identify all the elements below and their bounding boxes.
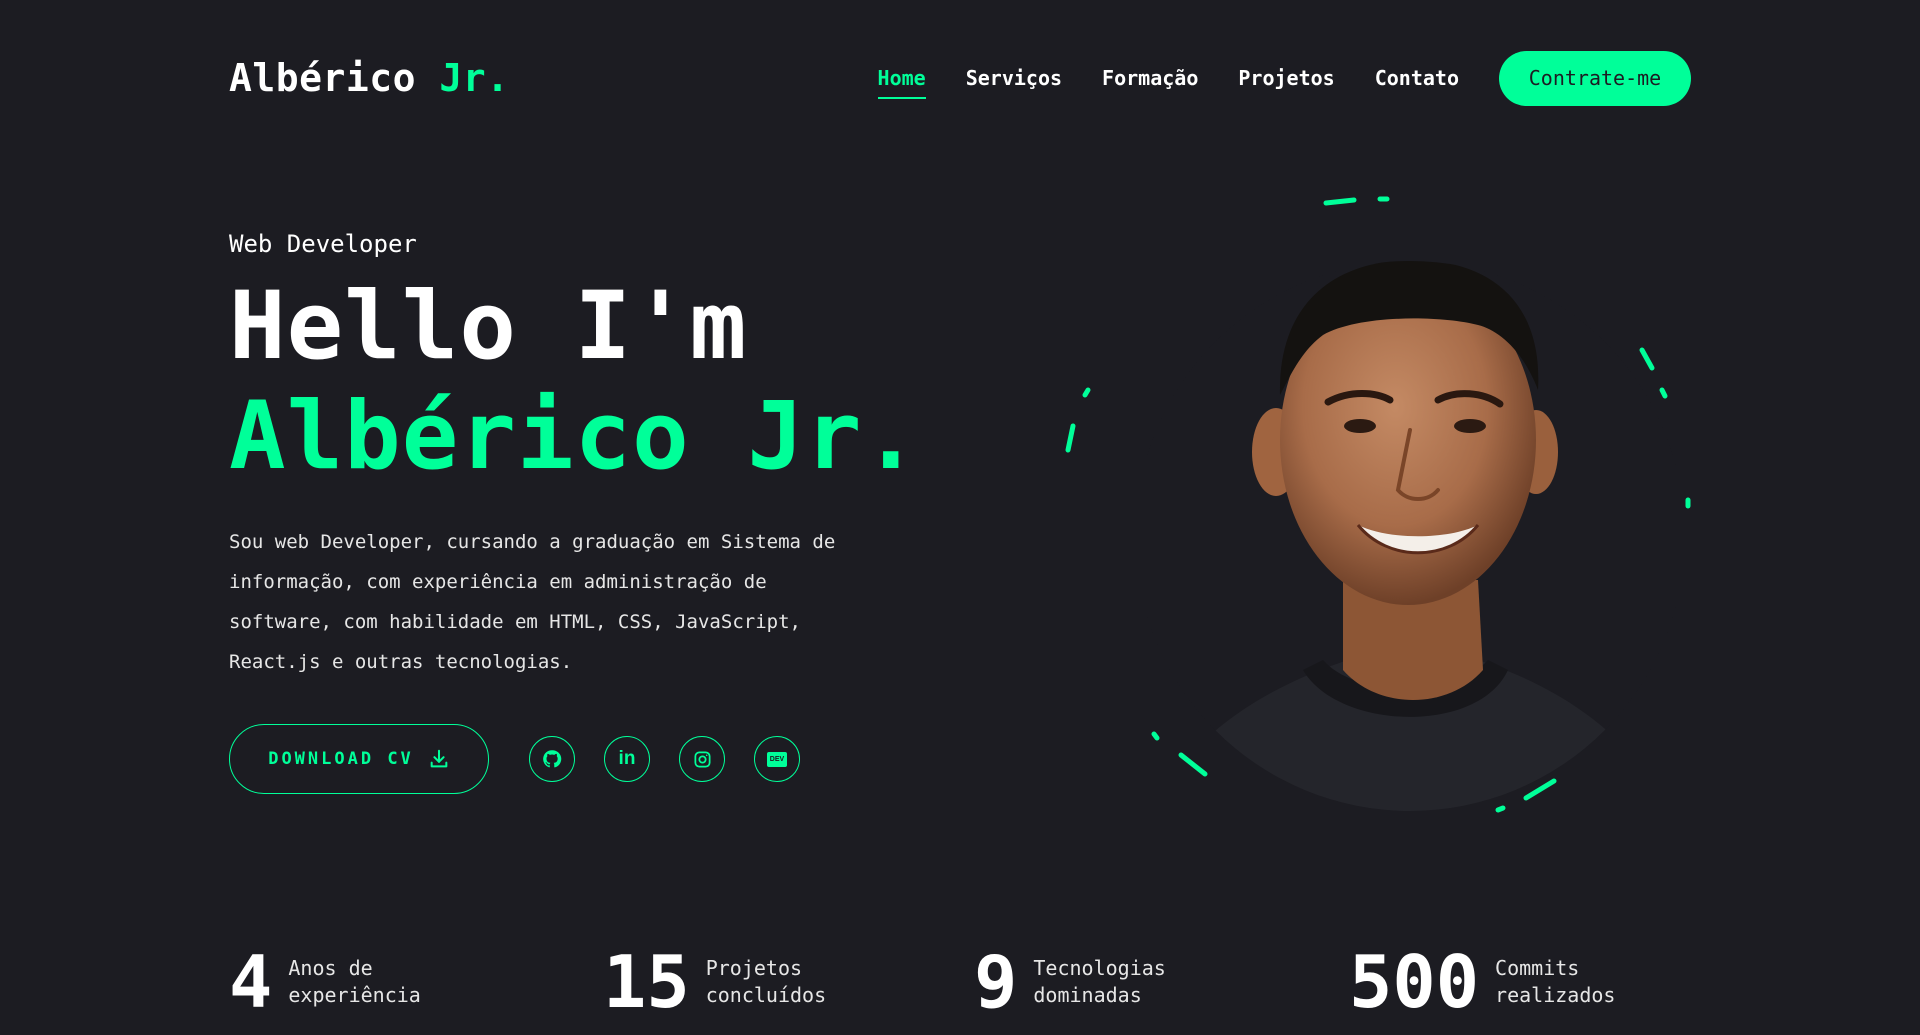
download-cv-label: DOWNLOAD CV (268, 749, 414, 769)
stat-technologies: 9 Tecnologias dominadas (974, 942, 1183, 1022)
nav-servicos[interactable]: Serviços (966, 66, 1062, 90)
logo-main: Albérico (229, 56, 417, 100)
hire-me-button[interactable]: Contrate-me (1499, 50, 1691, 106)
main-nav: Home Serviços Formação Projetos Contato … (838, 50, 1691, 106)
instagram-icon (694, 751, 710, 767)
social-links: in DEV (529, 736, 829, 782)
nav-home[interactable]: Home (877, 66, 926, 99)
stat-experience: 4 Anos de experiência (229, 942, 438, 1022)
linkedin-link[interactable]: in (604, 736, 650, 782)
dev-link[interactable]: DEV (754, 736, 800, 782)
hero-greeting: Hello I'm (229, 272, 748, 381)
nav-formacao[interactable]: Formação (1102, 66, 1198, 90)
role-subtitle: Web Developer (229, 230, 417, 258)
profile-photo (1058, 190, 1708, 840)
nav-contato[interactable]: Contato (1375, 66, 1459, 90)
stat-projects: 15 Projetos concluídos (603, 942, 836, 1022)
stat-label: Anos de experiência (288, 956, 421, 1007)
stat-number: 9 (974, 940, 1018, 1024)
download-icon (430, 749, 448, 768)
download-cv-button[interactable]: DOWNLOAD CV (229, 724, 489, 794)
dev-icon: DEV (767, 751, 787, 767)
stats-section: 4 Anos de experiência 15 Projetos conclu… (229, 942, 1691, 1022)
hero-name: Albérico Jr. (229, 382, 921, 491)
linkedin-icon: in (618, 748, 636, 769)
logo[interactable]: Albérico Jr. (229, 56, 510, 100)
github-icon (543, 750, 562, 768)
site-header: Albérico Jr. Home Serviços Formação Proj… (229, 48, 1691, 108)
github-link[interactable] (529, 736, 575, 782)
stat-label: Commits realizados (1495, 956, 1616, 1007)
stat-number: 15 (603, 940, 690, 1024)
stat-number: 4 (229, 940, 273, 1024)
logo-accent: Jr. (439, 56, 510, 100)
hero-description: Sou web Developer, cursando a graduação … (229, 531, 836, 673)
stat-commits: 500 Commits realizados (1349, 942, 1625, 1022)
hero-actions: DOWNLOAD CV in DEV (229, 724, 829, 794)
nav-projetos[interactable]: Projetos (1238, 66, 1334, 90)
stat-label: Projetos concluídos (705, 956, 827, 1007)
instagram-link[interactable] (679, 736, 725, 782)
profile-illustration (1065, 196, 1691, 813)
stat-number: 500 (1349, 940, 1480, 1024)
stat-label: Tecnologias dominadas (1033, 956, 1166, 1007)
